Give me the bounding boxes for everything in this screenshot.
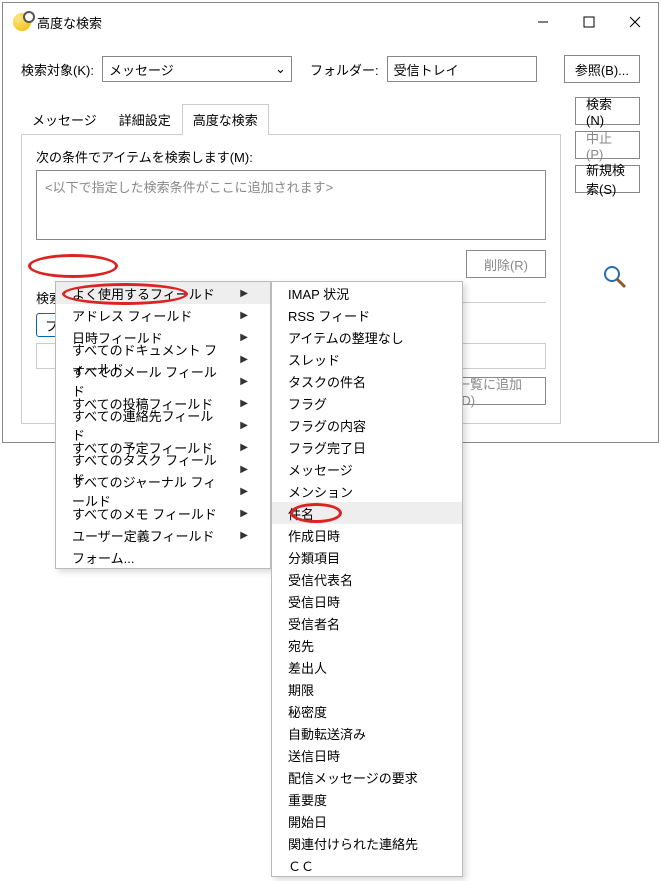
common-field-item[interactable]: 配信メッセージの要求 <box>272 766 462 788</box>
common-field-item[interactable]: ＣＣ <box>272 854 462 876</box>
maximize-button[interactable] <box>566 3 612 41</box>
submenu-arrow-icon: ▶ <box>240 376 248 387</box>
common-field-item[interactable]: タスクの件名 <box>272 370 462 392</box>
common-field-item[interactable]: 作成日時 <box>272 524 462 546</box>
minimize-button[interactable] <box>520 3 566 41</box>
common-field-item[interactable]: 受信者名 <box>272 612 462 634</box>
common-field-item[interactable]: 受信代表名 <box>272 568 462 590</box>
submenu-arrow-icon: ▶ <box>240 530 248 541</box>
search-target-combo[interactable]: メッセージ ⌄ <box>102 56 292 82</box>
stop-button: 中止(P) <box>575 131 640 159</box>
common-field-item[interactable]: 秘密度 <box>272 700 462 722</box>
common-field-item[interactable]: RSS フィード <box>272 304 462 326</box>
field-menu-item[interactable]: アドレス フィールド▶ <box>56 304 270 326</box>
submenu-arrow-icon: ▶ <box>240 464 248 475</box>
submenu-arrow-icon: ▶ <box>240 486 248 497</box>
field-menu-item[interactable]: すべてのジャーナル フィールド▶ <box>56 480 270 502</box>
app-icon <box>13 13 31 31</box>
folder-value: 受信トレイ <box>394 60 459 79</box>
common-field-item[interactable]: メッセージ <box>272 458 462 480</box>
common-field-item[interactable]: フラグの内容 <box>272 414 462 436</box>
magnifier-icon <box>603 265 627 289</box>
titlebar: 高度な検索 <box>3 3 658 41</box>
common-field-item[interactable]: 受信日時 <box>272 590 462 612</box>
common-field-item[interactable]: メンション <box>272 480 462 502</box>
submenu-arrow-icon: ▶ <box>240 508 248 519</box>
folder-value-box: 受信トレイ <box>387 56 537 82</box>
submenu-arrow-icon: ▶ <box>240 332 248 343</box>
field-menu-item[interactable]: すべての連絡先フィールド▶ <box>56 414 270 436</box>
window-title: 高度な検索 <box>37 13 102 32</box>
common-field-item[interactable]: 件名 <box>272 502 462 524</box>
tab-strip: メッセージ 詳細設定 高度な検索 <box>21 103 561 135</box>
common-field-item[interactable]: アイテムの整理なし <box>272 326 462 348</box>
common-field-item[interactable]: 開始日 <box>272 810 462 832</box>
conditions-placeholder: <以下で指定した検索条件がここに追加されます> <box>45 180 333 195</box>
common-field-item[interactable]: スレッド <box>272 348 462 370</box>
field-menu-item[interactable]: ユーザー定義フィールド▶ <box>56 524 270 546</box>
field-menu-item[interactable]: すべてのメール フィールド▶ <box>56 370 270 392</box>
field-menu: よく使用するフィールド▶アドレス フィールド▶日時フィールド▶すべてのドキュメン… <box>55 281 271 569</box>
submenu-arrow-icon: ▶ <box>240 398 248 409</box>
common-field-item[interactable]: 差出人 <box>272 656 462 678</box>
common-fields-submenu: IMAP 状況RSS フィードアイテムの整理なしスレッドタスクの件名フラグフラグ… <box>271 281 463 877</box>
chevron-down-icon: ⌄ <box>275 61 285 77</box>
browse-button[interactable]: 参照(B)... <box>564 55 640 83</box>
common-field-item[interactable]: IMAP 状況 <box>272 282 462 304</box>
delete-button: 削除(R) <box>466 250 546 278</box>
search-target-label: 検索対象(K): <box>21 60 94 79</box>
conditions-listbox[interactable]: <以下で指定した検索条件がここに追加されます> <box>36 170 546 240</box>
common-field-item[interactable]: 宛先 <box>272 634 462 656</box>
tab-advanced-search[interactable]: 高度な検索 <box>182 104 269 135</box>
search-target-value: メッセージ <box>109 60 174 79</box>
field-menu-item[interactable]: よく使用するフィールド▶ <box>56 282 270 304</box>
new-search-button[interactable]: 新規検索(S) <box>575 165 640 193</box>
common-field-item[interactable]: フラグ完了日 <box>272 436 462 458</box>
field-menu-item[interactable]: すべてのメモ フィールド▶ <box>56 502 270 524</box>
tab-message[interactable]: メッセージ <box>21 104 108 135</box>
submenu-arrow-icon: ▶ <box>240 288 248 299</box>
common-field-item[interactable]: 分類項目 <box>272 546 462 568</box>
search-button[interactable]: 検索(N) <box>575 97 640 125</box>
common-field-item[interactable]: 重要度 <box>272 788 462 810</box>
common-field-item[interactable]: フラグ <box>272 392 462 414</box>
tab-advanced-settings[interactable]: 詳細設定 <box>108 104 182 135</box>
common-field-item[interactable]: 関連付けられた連絡先 <box>272 832 462 854</box>
submenu-arrow-icon: ▶ <box>240 420 248 431</box>
common-field-item[interactable]: 自動転送済み <box>272 722 462 744</box>
submenu-arrow-icon: ▶ <box>240 442 248 453</box>
submenu-arrow-icon: ▶ <box>240 310 248 321</box>
submenu-arrow-icon: ▶ <box>240 354 248 365</box>
field-menu-item[interactable]: フォーム... <box>56 546 270 568</box>
conditions-label: 次の条件でアイテムを検索します(M): <box>36 147 546 166</box>
close-button[interactable] <box>612 3 658 41</box>
common-field-item[interactable]: 送信日時 <box>272 744 462 766</box>
common-field-item[interactable]: 期限 <box>272 678 462 700</box>
folder-label: フォルダー: <box>310 60 379 79</box>
